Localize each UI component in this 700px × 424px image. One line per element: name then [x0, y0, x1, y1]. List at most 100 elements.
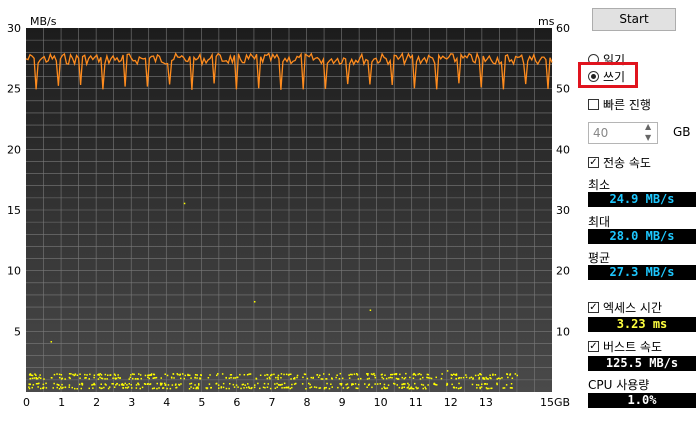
- access-point: [180, 377, 182, 380]
- access-point: [194, 377, 196, 379]
- start-button[interactable]: Start: [592, 8, 676, 31]
- fast-progress-checkbox[interactable]: [588, 99, 599, 110]
- access-point: [291, 383, 293, 386]
- access-point: [366, 378, 369, 380]
- access-point: [109, 374, 112, 376]
- access-point: [84, 373, 86, 376]
- access-point: [462, 376, 465, 379]
- size-stepper[interactable]: 40 ▲ ▼: [588, 122, 658, 144]
- access-time-checkbox[interactable]: ✓: [588, 302, 599, 313]
- access-point: [492, 374, 494, 376]
- access-point: [499, 377, 501, 380]
- access-point: [276, 386, 278, 388]
- access-point: [190, 377, 192, 379]
- access-point: [170, 376, 173, 379]
- access-point: [196, 374, 198, 376]
- access-point: [93, 374, 96, 376]
- access-point: [302, 376, 304, 379]
- access-point: [208, 383, 211, 385]
- access-point: [217, 384, 220, 386]
- transfer-speed-checkbox[interactable]: ✓: [588, 157, 599, 168]
- access-point: [29, 383, 31, 386]
- access-point: [220, 386, 223, 388]
- access-point: [86, 374, 88, 376]
- access-point: [496, 383, 498, 386]
- x-tick: 12: [444, 396, 458, 409]
- access-point: [254, 384, 256, 386]
- access-point: [136, 378, 138, 380]
- access-point: [354, 383, 357, 385]
- access-point: [53, 382, 55, 385]
- access-point: [68, 373, 71, 375]
- access-point: [216, 374, 218, 377]
- access-point: [401, 376, 403, 379]
- y-left-tick: 30: [7, 22, 21, 35]
- fast-progress-label: 빠른 진행: [603, 98, 651, 112]
- access-point: [434, 383, 437, 386]
- access-point: [207, 377, 210, 379]
- access-point: [488, 387, 490, 390]
- access-point: [76, 374, 79, 376]
- access-point: [131, 387, 133, 389]
- cpu-usage-label: CPU 사용량: [588, 378, 650, 392]
- access-point: [140, 377, 142, 380]
- access-point: [243, 374, 246, 376]
- access-point: [43, 378, 45, 380]
- access-point: [316, 374, 318, 376]
- access-point: [172, 373, 174, 375]
- x-tick: 0: [23, 396, 30, 409]
- access-point: [335, 376, 337, 379]
- access-point: [368, 377, 370, 380]
- access-point: [356, 374, 359, 376]
- access-point: [88, 387, 90, 390]
- access-point: [340, 383, 342, 385]
- access-point: [266, 386, 269, 388]
- access-point: [511, 377, 514, 379]
- access-point: [446, 370, 449, 372]
- access-point: [267, 383, 269, 385]
- x-tick: 8: [304, 396, 311, 409]
- access-point: [313, 386, 316, 388]
- stepper-up-icon[interactable]: ▲: [645, 122, 651, 131]
- access-point: [280, 373, 283, 375]
- access-point: [370, 373, 373, 375]
- access-point: [245, 386, 248, 389]
- write-radio[interactable]: [588, 71, 599, 82]
- access-point: [81, 382, 83, 385]
- access-point: [98, 374, 100, 376]
- x-tick: 15GB: [540, 396, 570, 409]
- burst-speed-checkbox[interactable]: ✓: [588, 341, 599, 352]
- access-point: [58, 384, 60, 386]
- burst-speed-value: 125.5 MB/s: [588, 356, 696, 371]
- access-point: [50, 341, 53, 343]
- access-point: [70, 373, 72, 375]
- access-point: [251, 387, 253, 389]
- access-point: [52, 387, 54, 389]
- access-point: [386, 387, 389, 389]
- access-point: [418, 373, 421, 375]
- access-point: [352, 383, 354, 385]
- access-point: [323, 373, 325, 375]
- access-point: [510, 383, 513, 385]
- access-point: [274, 387, 277, 389]
- access-point: [472, 377, 474, 379]
- access-point: [455, 387, 458, 389]
- access-point: [382, 377, 385, 380]
- access-point: [376, 383, 379, 385]
- access-point: [371, 386, 373, 389]
- access-point: [383, 383, 386, 386]
- access-point: [374, 383, 376, 385]
- access-point: [139, 374, 142, 376]
- access-point: [28, 387, 31, 390]
- y-right-tick: 20: [556, 265, 570, 278]
- access-point: [306, 377, 309, 380]
- access-point: [450, 377, 453, 379]
- access-point: [414, 382, 416, 385]
- access-point: [330, 383, 332, 385]
- stepper-down-icon[interactable]: ▼: [645, 133, 651, 142]
- access-point: [243, 387, 245, 389]
- access-point: [122, 387, 125, 389]
- access-point: [233, 386, 236, 388]
- access-point: [505, 384, 508, 386]
- access-point: [178, 384, 181, 386]
